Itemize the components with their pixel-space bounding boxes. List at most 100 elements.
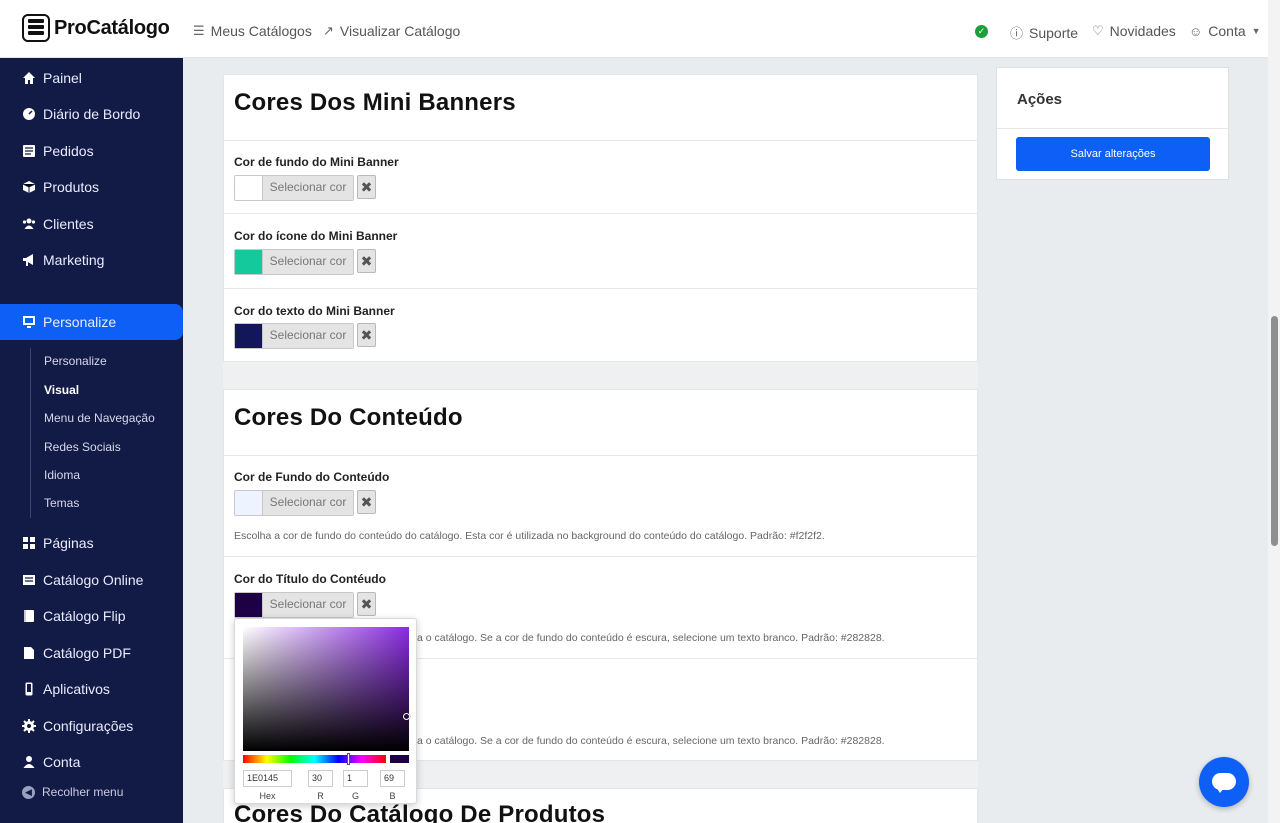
color-picker-button[interactable]: Selecionar cor [234,175,354,201]
help-circle-icon: ⓘ [1010,26,1024,41]
nav-view-catalog[interactable]: ↗ Visualizar Catálogo [323,23,460,39]
sidebar-item-catalogo-online[interactable]: Catálogo Online [0,562,183,598]
b-input[interactable]: 69 [380,770,405,787]
field-label: Cor do Título do Contéudo [234,572,386,586]
save-changes-button[interactable]: Salvar alterações [1016,137,1210,171]
brand-name: ProCatálogo [54,16,170,39]
actions-title: Ações [1017,91,1063,108]
field-label: Cor do ícone do Mini Banner [234,229,398,243]
sidebar-item-catalogo-flip[interactable]: Catálogo Flip [0,598,183,634]
hex-label: Hex [259,791,276,801]
sidebar-item-pedidos[interactable]: Pedidos [0,133,183,169]
color-preview [390,755,409,763]
sidebar-item-paginas[interactable]: Páginas [0,525,183,561]
hue-handle[interactable] [347,753,350,765]
megaphone-icon [22,253,36,267]
sidebar-item-label: Catálogo Flip [43,608,126,624]
color-picker-button[interactable]: Selecionar cor [234,323,354,349]
field-label: Cor do texto do Mini Banner [234,304,395,318]
phone-icon [22,682,36,696]
color-swatch [235,250,263,274]
catalog-icon [22,573,36,587]
sidebar-item-clientes[interactable]: Clientes [0,206,183,242]
book-icon [22,609,36,623]
nav-news[interactable]: ♡ Novidades [1092,23,1176,39]
hue-slider[interactable] [243,755,386,763]
clear-color-button[interactable]: ✖ [357,175,376,199]
color-picker-button[interactable]: Selecionar cor [234,249,354,275]
sidebar-item-personalize[interactable]: Personalize [0,304,183,340]
chevron-left-icon: ◀ [22,785,35,799]
logo-icon [22,14,50,42]
status-ok-icon: ✓ [975,25,988,38]
submenu-visual[interactable]: Visual [44,383,79,397]
sidebar-item-conta[interactable]: Conta [0,744,183,780]
user-circle-icon: ☺ [1189,23,1203,39]
actions-panel: Ações Salvar alterações [996,67,1229,180]
color-picker-button[interactable]: Selecionar cor [234,592,354,618]
color-swatch [235,593,263,617]
brand-logo[interactable]: ProCatálogo [22,14,170,42]
sidebar-item-painel[interactable]: Painel [0,60,183,96]
b-label: B [389,791,396,801]
sidebar-item-label: Marketing [43,252,105,268]
section-title-mini-banners: Cores Dos Mini Banners [234,89,516,116]
sidebar-item-label: Personalize [43,314,117,330]
saturation-area[interactable] [243,627,409,751]
nav-support[interactable]: ⓘ Suporte [1010,23,1078,42]
sidebar-item-configuracoes[interactable]: Configurações [0,708,183,744]
submenu-temas[interactable]: Temas [44,496,79,510]
section-gap [223,362,978,389]
divider [224,288,977,289]
color-picker-button[interactable]: Selecionar cor [234,490,354,516]
sidebar-item-catalogo-pdf[interactable]: Catálogo PDF [0,635,183,671]
saturation-handle[interactable] [403,713,410,720]
divider [224,140,977,141]
r-input[interactable]: 30 [308,770,333,787]
nav-my-catalogs[interactable]: ☰ Meus Catálogos [193,23,312,39]
sidebar-item-produtos[interactable]: Produtos [0,169,183,205]
section-title-products: Cores Do Catálogo De Produtos [234,801,606,823]
pdf-icon [22,646,36,660]
nav-view-catalog-label: Visualizar Catálogo [339,23,461,39]
g-input[interactable]: 1 [343,770,368,787]
select-color-label: Selecionar cor [263,324,353,348]
clear-color-button[interactable]: ✖ [357,249,376,273]
divider [224,556,977,557]
sidebar-item-aplicativos[interactable]: Aplicativos [0,671,183,707]
field-help-text: a o catálogo. Se a cor de fundo do conte… [417,735,885,747]
collapse-menu-button[interactable]: ◀ Recolher menu [22,785,123,799]
r-label: R [317,791,324,801]
sidebar-item-label: Aplicativos [43,681,110,697]
sidebar-item-diario[interactable]: Diário de Bordo [0,96,183,132]
sidebar-item-label: Diário de Bordo [43,106,141,122]
page-scrollbar[interactable] [1268,0,1280,823]
external-link-icon: ↗ [323,23,334,38]
sidebar-item-marketing[interactable]: Marketing [0,242,183,278]
nav-support-label: Suporte [1029,24,1079,41]
submenu-menu-navegacao[interactable]: Menu de Navegação [44,411,155,425]
submenu-idioma[interactable]: Idioma [44,468,80,482]
select-color-label: Selecionar cor [263,176,353,200]
submenu-line [30,348,31,518]
field-help-text: Escolha a cor de fundo do conteúdo do ca… [234,530,825,542]
hex-input[interactable]: 1E0145 [243,770,292,787]
sidebar-item-label: Conta [43,754,81,770]
clear-color-button[interactable]: ✖ [357,592,376,616]
divider [224,213,977,214]
chat-button[interactable] [1199,757,1249,807]
sidebar-item-label: Catálogo PDF [43,645,131,661]
divider [997,128,1228,129]
nav-account[interactable]: ☺ Conta ▼ [1189,23,1261,39]
clear-color-button[interactable]: ✖ [357,323,376,347]
users-icon [22,217,36,231]
gear-icon [22,719,36,733]
submenu-personalize[interactable]: Personalize [44,354,107,368]
list-icon [22,144,36,158]
sidebar: Painel Diário de Bordo Pedidos Produtos … [0,58,183,823]
divider [224,455,977,456]
scrollbar-thumb[interactable] [1271,316,1278,546]
top-bar: ProCatálogo ☰ Meus Catálogos ↗ Visualiza… [0,0,1268,58]
submenu-redes-sociais[interactable]: Redes Sociais [44,440,121,454]
clear-color-button[interactable]: ✖ [357,490,376,514]
